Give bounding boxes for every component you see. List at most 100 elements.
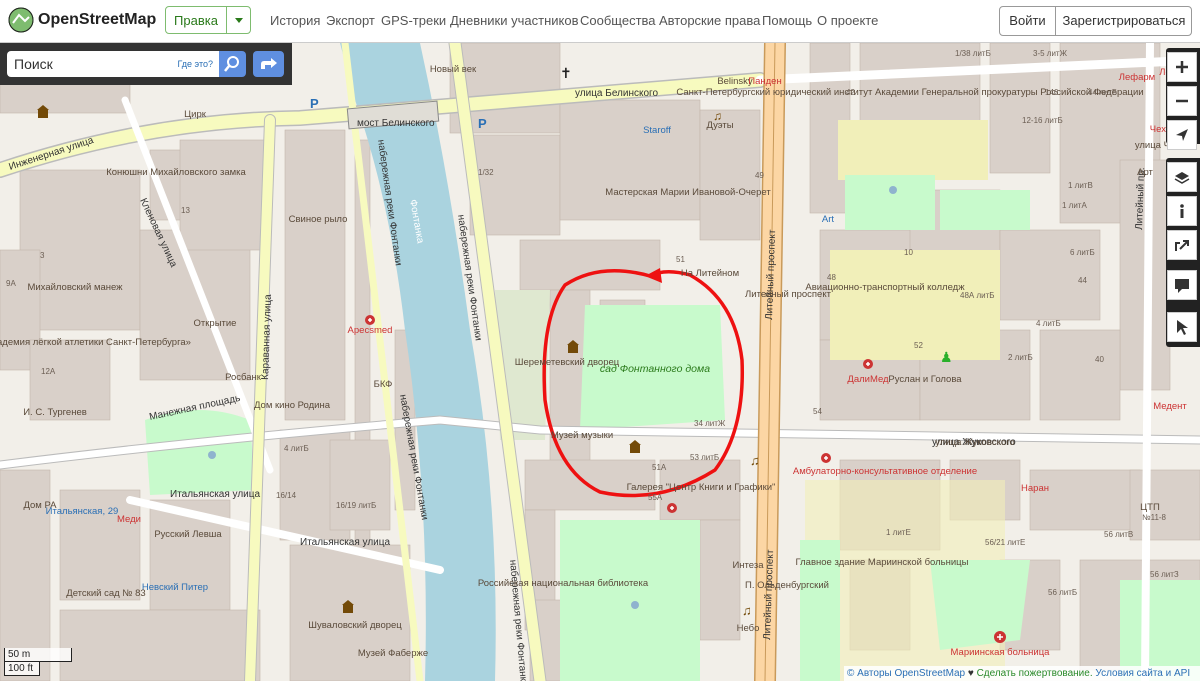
parking-icon: P	[478, 116, 487, 131]
add-note-button[interactable]	[1167, 270, 1197, 300]
place-label: ДалиМед	[847, 374, 889, 385]
search-icon	[224, 56, 239, 72]
nav-copyright-link[interactable]: Авторские права	[659, 13, 760, 28]
place-label: Литейный проспект	[745, 289, 832, 300]
address-label: 1 литЕ	[886, 528, 911, 537]
place-label: Мастерская Марии Ивановой-Очерет	[605, 187, 771, 198]
hospital-icon	[994, 631, 1006, 643]
where-is-this-link[interactable]: Где это?	[178, 59, 213, 69]
place-label: Детский сад № 83	[66, 588, 145, 599]
place-label: Мариинская больница	[951, 647, 1051, 658]
address-label: 1/38 литБ	[955, 49, 991, 58]
edit-button[interactable]: Правка	[165, 6, 227, 34]
place-label: Открытие	[194, 318, 237, 329]
query-cursor-icon	[1177, 320, 1188, 335]
place-label: СШОР «Академия лёгкой атлетики Санкт-Пет…	[0, 337, 191, 348]
fountain-icon	[631, 601, 639, 609]
search-input[interactable]: Поиск Где это?	[7, 51, 219, 77]
place-label: ЦТП	[1140, 502, 1160, 513]
address-label: 1 литА	[1062, 201, 1087, 210]
place-label: Меди	[117, 514, 141, 525]
address-label: 44 литБ	[1088, 88, 1117, 97]
address-label: 51	[676, 255, 685, 264]
address-label: 2 литБ	[1008, 353, 1033, 362]
heart-icon: ♥	[967, 668, 974, 679]
fountain-icon	[889, 186, 897, 194]
directions-button[interactable]	[253, 51, 284, 77]
address-label: 52	[914, 341, 923, 350]
place-label: Музей музыки	[551, 430, 613, 441]
address-label: 48	[827, 273, 836, 282]
layers-icon	[1174, 172, 1190, 184]
search-panel: Поиск Где это?	[0, 43, 292, 85]
note-icon	[1175, 279, 1189, 293]
location-arrow-icon	[1176, 129, 1188, 141]
address-label: 53 литБ	[690, 453, 719, 462]
login-button[interactable]: Войти	[1000, 7, 1056, 35]
address-label: 34 литЖ	[694, 419, 726, 428]
address-label: 16/14	[276, 491, 297, 500]
place-label: Небо	[737, 623, 760, 634]
address-label: 12А	[41, 367, 56, 376]
address-label: №11-8	[1142, 513, 1167, 522]
address-label: 51А	[652, 463, 667, 472]
place-label: Конюшни Михайловского замка	[106, 167, 246, 178]
share-button[interactable]	[1167, 230, 1197, 260]
map-info-button[interactable]	[1167, 196, 1197, 226]
address-label: 42	[846, 88, 855, 97]
address-label: 56/21 литЕ	[985, 538, 1025, 547]
place-label: Санкт-Петербургский юридический институт…	[676, 87, 1143, 98]
map-canvas[interactable]: улица Белинского мост Белинского Инженер…	[0, 43, 1200, 681]
address-label: 16/19 литБ	[336, 501, 376, 510]
place-label: Музей Фаберже	[358, 648, 428, 659]
address-label: 13	[181, 206, 190, 215]
hospital-icon	[863, 359, 873, 369]
donate-link[interactable]: Сделать пожертвование.	[977, 668, 1093, 679]
place-label: И. С. Тургенев	[23, 407, 87, 418]
terms-link[interactable]: Условия сайта и API	[1095, 668, 1190, 679]
address-label: 3-5 литЖ	[1033, 49, 1068, 58]
scale-imperial: 100 ft	[4, 662, 40, 676]
address-label: 56 литБ	[1048, 588, 1077, 597]
address-label: 54	[813, 407, 822, 416]
address-label: 55А	[648, 493, 663, 502]
layers-button[interactable]	[1167, 162, 1197, 192]
plus-icon	[1176, 61, 1188, 73]
nav-user-diaries-link[interactable]: Дневники участников	[450, 13, 579, 28]
nav-about-link[interactable]: О проекте	[817, 13, 878, 28]
edit-dropdown-chevron-icon[interactable]	[226, 6, 251, 34]
place-label: Интеза	[732, 560, 764, 571]
place-label: Арт	[1137, 167, 1153, 178]
place-label: улица Жуковского	[935, 437, 1015, 448]
parking-icon: P	[310, 96, 319, 111]
attribution-copyright-link[interactable]: © Авторы OpenStreetMap	[847, 668, 965, 679]
street-label: Итальянская улица	[300, 537, 390, 548]
query-features-button[interactable]	[1167, 312, 1197, 342]
place-label: Русский Левша	[154, 529, 222, 540]
place-label: БКФ	[374, 379, 393, 390]
address-label: 49	[755, 171, 764, 180]
street-label: мост Белинского	[357, 118, 435, 129]
place-label: Главное здание Мариинской больницы	[796, 557, 969, 568]
zoom-in-button[interactable]	[1167, 52, 1197, 82]
place-label: П. Ольденбургский	[745, 580, 829, 591]
nav-communities-link[interactable]: Сообщества	[580, 13, 656, 28]
place-label: Staroff	[643, 125, 671, 136]
openstreetmap-logo-icon[interactable]	[8, 7, 34, 33]
nav-help-link[interactable]: Помощь	[762, 13, 812, 28]
place-label: Панден	[748, 76, 781, 87]
nav-gps-traces-link[interactable]: GPS-треки	[381, 13, 446, 28]
place-label: Шуваловский дворец	[308, 620, 402, 631]
address-label: 1 литВ	[1068, 181, 1093, 190]
locate-button[interactable]	[1167, 120, 1197, 150]
zoom-out-button[interactable]	[1167, 86, 1197, 116]
signup-button[interactable]: Зарегистрироваться	[1056, 7, 1192, 35]
minus-icon	[1176, 99, 1188, 103]
address-label: 4 литБ	[284, 444, 309, 453]
address-label: 6 литБ	[1070, 248, 1095, 257]
nav-export-link[interactable]: Экспорт	[326, 13, 375, 28]
search-button[interactable]	[219, 51, 246, 77]
music-icon: ♫	[750, 453, 760, 468]
nav-history-link[interactable]: История	[270, 13, 320, 28]
brand-name[interactable]: OpenStreetMap	[38, 11, 156, 29]
